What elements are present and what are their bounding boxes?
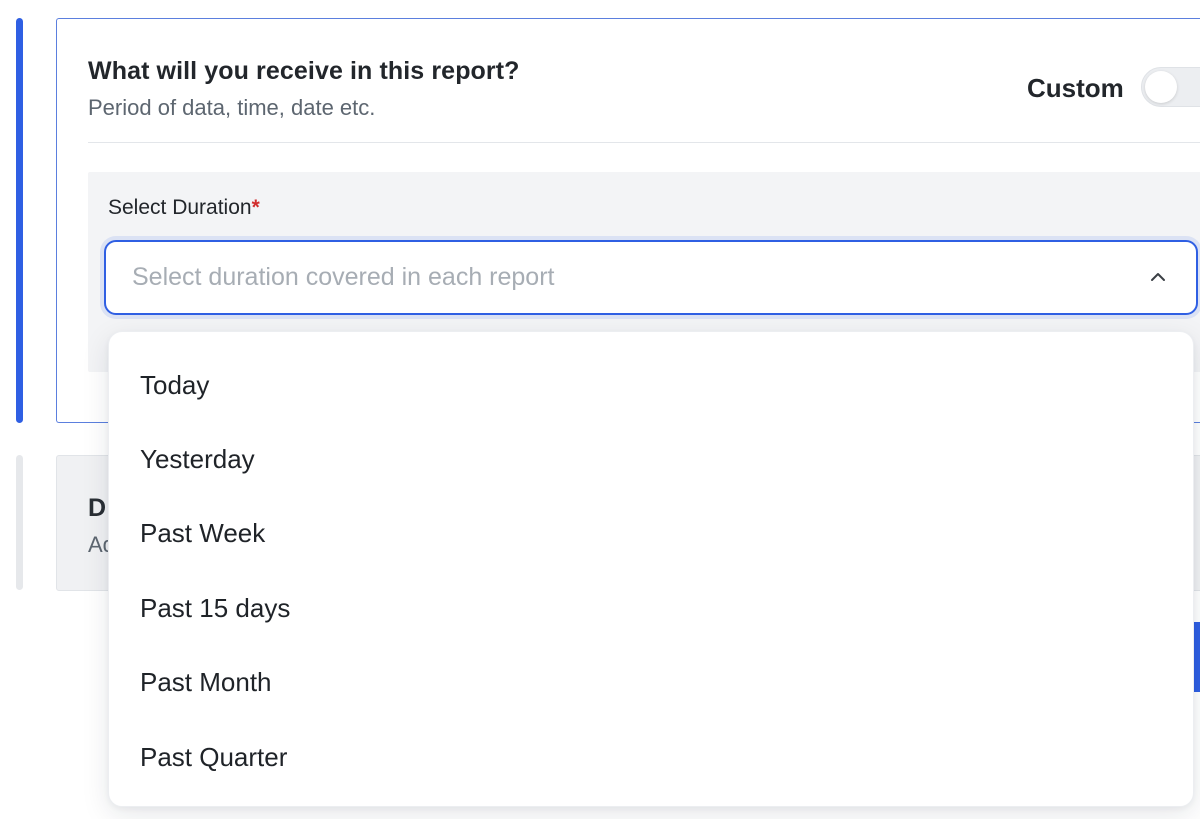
card-divider	[88, 142, 1200, 143]
custom-toggle-label: Custom	[1027, 73, 1124, 103]
duration-label-text: Select Duration	[108, 196, 252, 219]
card-title: What will you receive in this report?	[88, 57, 520, 85]
dropdown-option-past-month[interactable]: Past Month	[109, 646, 1193, 720]
inactive-section-indicator	[16, 455, 23, 590]
dropdown-option-past-week[interactable]: Past Week	[109, 497, 1193, 571]
collapsed-card-title: D	[88, 494, 107, 522]
dropdown-option-today[interactable]: Today	[109, 348, 1193, 422]
card-subtitle: Period of data, time, date etc.	[88, 95, 376, 120]
required-asterisk: *	[251, 196, 260, 219]
duration-field-label: Select Duration*	[108, 196, 260, 220]
report-settings-page: What will you receive in this report? Pe…	[0, 0, 1200, 819]
duration-select-placeholder: Select duration covered in each report	[132, 263, 555, 291]
dropdown-option-past-15-days[interactable]: Past 15 days	[109, 571, 1193, 645]
active-section-indicator	[16, 18, 23, 423]
duration-dropdown-menu: Today Yesterday Past Week Past 15 days P…	[108, 331, 1194, 807]
dropdown-option-past-quarter[interactable]: Past Quarter	[109, 720, 1193, 794]
chevron-up-icon	[1151, 273, 1165, 281]
toggle-knob	[1145, 71, 1177, 103]
dropdown-option-yesterday[interactable]: Yesterday	[109, 422, 1193, 496]
custom-toggle[interactable]	[1141, 67, 1200, 107]
duration-select[interactable]: Select duration covered in each report	[104, 240, 1198, 315]
